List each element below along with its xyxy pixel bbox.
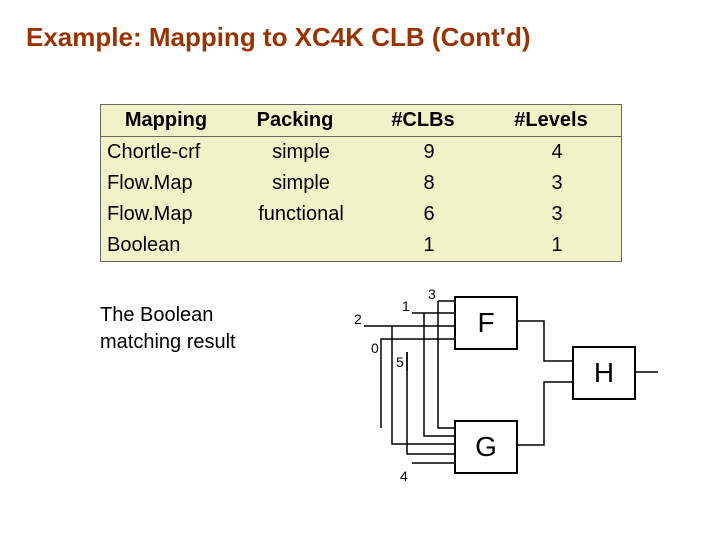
cell-levels: 1 <box>493 230 621 261</box>
caption: The Boolean matching result <box>100 302 236 356</box>
lut-h-box: H <box>572 346 636 400</box>
col-packing: Packing <box>231 105 359 136</box>
table-row: Flow.Map simple 8 3 <box>101 168 621 199</box>
cell-mapping: Flow.Map <box>101 168 237 199</box>
signal-4: 4 <box>400 468 408 484</box>
cell-levels: 4 <box>493 137 621 168</box>
col-levels: #Levels <box>487 105 615 136</box>
col-mapping: Mapping <box>101 105 231 136</box>
cell-mapping: Chortle-crf <box>101 137 237 168</box>
signal-2: 2 <box>354 311 362 327</box>
signal-5: 5 <box>396 354 404 370</box>
table-row: Flow.Map functional 6 3 <box>101 199 621 230</box>
caption-line2: matching result <box>100 331 236 353</box>
cell-packing: functional <box>237 199 365 230</box>
slide: Example: Mapping to XC4K CLB (Cont'd) Ma… <box>0 0 720 540</box>
slide-title: Example: Mapping to XC4K CLB (Cont'd) <box>26 22 694 53</box>
cell-packing: simple <box>237 168 365 199</box>
cell-levels: 3 <box>493 199 621 230</box>
cell-mapping: Boolean <box>101 230 237 261</box>
cell-clbs: 8 <box>365 168 493 199</box>
cell-clbs: 9 <box>365 137 493 168</box>
table-row: Chortle-crf simple 9 4 <box>101 137 621 168</box>
cell-packing <box>237 230 365 261</box>
cell-clbs: 6 <box>365 199 493 230</box>
cell-clbs: 1 <box>365 230 493 261</box>
signal-1: 1 <box>402 298 410 314</box>
cell-packing: simple <box>237 137 365 168</box>
caption-line1: The Boolean <box>100 304 213 326</box>
table-header-row: Mapping Packing #CLBs #Levels <box>101 105 621 137</box>
cell-levels: 3 <box>493 168 621 199</box>
signal-0: 0 <box>371 340 379 356</box>
lut-g-box: G <box>454 420 518 474</box>
lut-f-box: F <box>454 296 518 350</box>
comparison-table: Mapping Packing #CLBs #Levels Chortle-cr… <box>100 104 622 262</box>
clb-diagram: F G H 3 1 2 0 5 4 <box>334 286 664 506</box>
table-row: Boolean 1 1 <box>101 230 621 261</box>
col-clbs: #CLBs <box>359 105 487 136</box>
signal-3: 3 <box>428 286 436 302</box>
cell-mapping: Flow.Map <box>101 199 237 230</box>
